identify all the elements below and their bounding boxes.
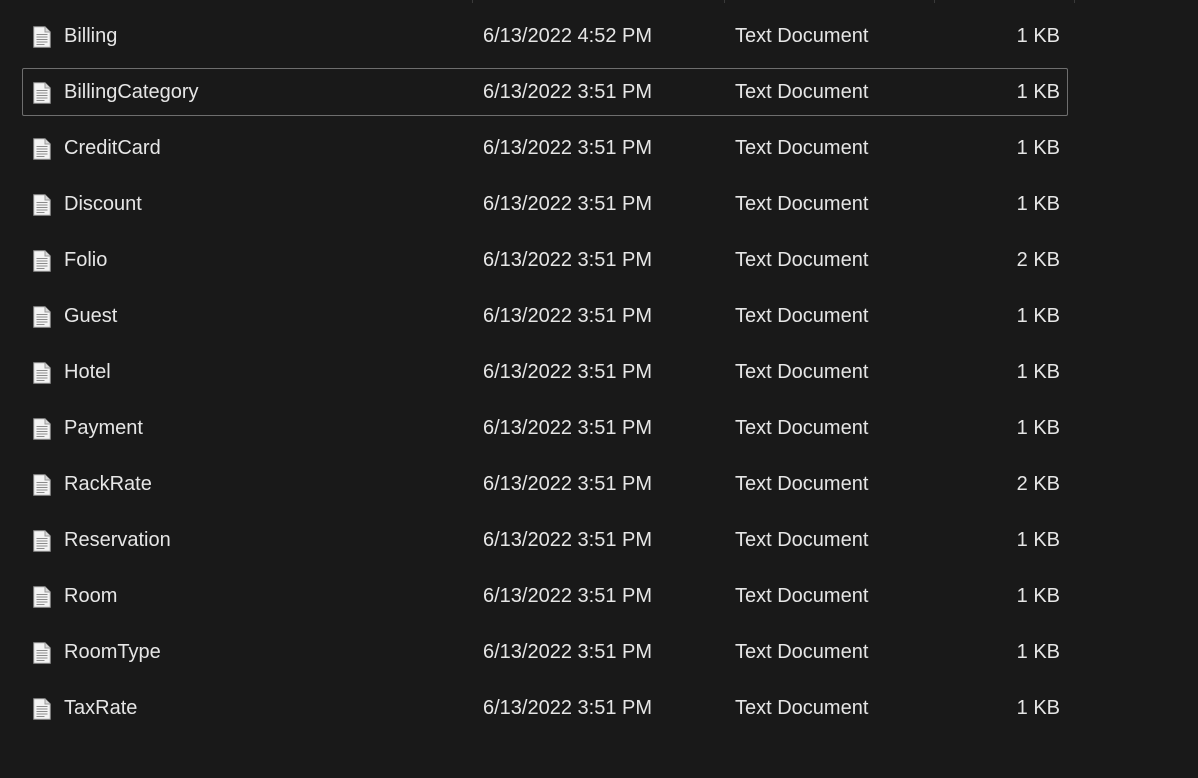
file-date-modified: 6/13/2022 3:51 PM xyxy=(483,585,653,607)
file-date-modified: 6/13/2022 3:51 PM xyxy=(483,529,653,551)
file-size: 1 KB xyxy=(1016,193,1060,215)
file-type: Text Document xyxy=(735,305,869,327)
file-size: 1 KB xyxy=(1016,585,1060,607)
column-divider[interactable] xyxy=(934,0,935,3)
column-divider[interactable] xyxy=(724,0,725,3)
file-type: Text Document xyxy=(735,473,869,495)
file-name: BillingCategory xyxy=(64,81,199,103)
file-name: Folio xyxy=(64,249,108,271)
file-date-modified: 6/13/2022 3:51 PM xyxy=(483,361,653,383)
file-name: Payment xyxy=(64,417,143,439)
file-row[interactable]: RoomType 6/13/2022 3:51 PM Text Document… xyxy=(22,628,1068,676)
file-name: RoomType xyxy=(64,641,161,663)
file-row[interactable]: Hotel 6/13/2022 3:51 PM Text Document 1 … xyxy=(22,348,1068,396)
file-name: Guest xyxy=(64,305,118,327)
file-type: Text Document xyxy=(735,697,869,719)
file-name: Hotel xyxy=(64,361,111,383)
file-row[interactable]: RackRate 6/13/2022 3:51 PM Text Document… xyxy=(22,460,1068,508)
file-date-modified: 6/13/2022 4:52 PM xyxy=(483,25,653,47)
text-file-icon xyxy=(33,26,51,48)
file-type: Text Document xyxy=(735,249,869,271)
file-row[interactable]: BillingCategory 6/13/2022 3:51 PM Text D… xyxy=(22,68,1068,116)
file-date-modified: 6/13/2022 3:51 PM xyxy=(483,249,653,271)
file-name: CreditCard xyxy=(64,137,161,159)
file-name: Discount xyxy=(64,193,142,215)
file-size: 1 KB xyxy=(1016,305,1060,327)
file-type: Text Document xyxy=(735,529,869,551)
text-file-icon xyxy=(33,642,51,664)
file-type: Text Document xyxy=(735,585,869,607)
file-date-modified: 6/13/2022 3:51 PM xyxy=(483,641,653,663)
file-size: 1 KB xyxy=(1016,81,1060,103)
file-date-modified: 6/13/2022 3:51 PM xyxy=(483,697,653,719)
text-file-icon xyxy=(33,698,51,720)
text-file-icon xyxy=(33,586,51,608)
text-file-icon xyxy=(33,306,51,328)
file-size: 2 KB xyxy=(1016,249,1060,271)
file-type: Text Document xyxy=(735,417,869,439)
file-name: TaxRate xyxy=(64,697,138,719)
file-list: Billing 6/13/2022 4:52 PM Text Document … xyxy=(22,12,1068,740)
text-file-icon xyxy=(33,82,51,104)
file-size: 1 KB xyxy=(1016,417,1060,439)
file-size: 1 KB xyxy=(1016,361,1060,383)
file-date-modified: 6/13/2022 3:51 PM xyxy=(483,305,653,327)
file-date-modified: 6/13/2022 3:51 PM xyxy=(483,137,653,159)
column-header-dividers xyxy=(0,0,1198,3)
file-date-modified: 6/13/2022 3:51 PM xyxy=(483,473,653,495)
file-row[interactable]: Billing 6/13/2022 4:52 PM Text Document … xyxy=(22,12,1068,60)
file-type: Text Document xyxy=(735,361,869,383)
file-name: Reservation xyxy=(64,529,171,551)
file-type: Text Document xyxy=(735,25,869,47)
file-size: 1 KB xyxy=(1016,697,1060,719)
text-file-icon xyxy=(33,138,51,160)
file-size: 2 KB xyxy=(1016,473,1060,495)
text-file-icon xyxy=(33,418,51,440)
file-row[interactable]: Payment 6/13/2022 3:51 PM Text Document … xyxy=(22,404,1068,452)
file-size: 1 KB xyxy=(1016,25,1060,47)
file-row[interactable]: CreditCard 6/13/2022 3:51 PM Text Docume… xyxy=(22,124,1068,172)
text-file-icon xyxy=(33,530,51,552)
file-type: Text Document xyxy=(735,641,869,663)
file-size: 1 KB xyxy=(1016,641,1060,663)
file-row[interactable]: Discount 6/13/2022 3:51 PM Text Document… xyxy=(22,180,1068,228)
file-type: Text Document xyxy=(735,193,869,215)
file-row[interactable]: Folio 6/13/2022 3:51 PM Text Document 2 … xyxy=(22,236,1068,284)
file-name: RackRate xyxy=(64,473,152,495)
file-row[interactable]: Room 6/13/2022 3:51 PM Text Document 1 K… xyxy=(22,572,1068,620)
file-name: Billing xyxy=(64,25,118,47)
file-type: Text Document xyxy=(735,137,869,159)
file-row[interactable]: Guest 6/13/2022 3:51 PM Text Document 1 … xyxy=(22,292,1068,340)
text-file-icon xyxy=(33,474,51,496)
file-date-modified: 6/13/2022 3:51 PM xyxy=(483,417,653,439)
file-name: Room xyxy=(64,585,118,607)
file-date-modified: 6/13/2022 3:51 PM xyxy=(483,193,653,215)
column-divider[interactable] xyxy=(472,0,473,3)
file-type: Text Document xyxy=(735,81,869,103)
text-file-icon xyxy=(33,194,51,216)
text-file-icon xyxy=(33,362,51,384)
text-file-icon xyxy=(33,250,51,272)
file-row[interactable]: TaxRate 6/13/2022 3:51 PM Text Document … xyxy=(22,684,1068,732)
file-date-modified: 6/13/2022 3:51 PM xyxy=(483,81,653,103)
file-row[interactable]: Reservation 6/13/2022 3:51 PM Text Docum… xyxy=(22,516,1068,564)
file-size: 1 KB xyxy=(1016,137,1060,159)
column-divider[interactable] xyxy=(1074,0,1075,3)
file-size: 1 KB xyxy=(1016,529,1060,551)
